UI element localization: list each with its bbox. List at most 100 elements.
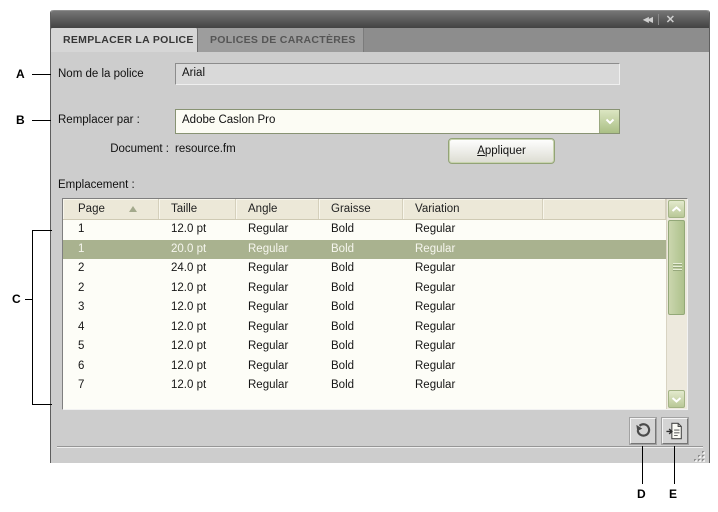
annotation-e-line	[674, 446, 675, 484]
table-cell: Bold	[331, 262, 355, 274]
table-cell: 12.0 pt	[171, 301, 207, 313]
table-cell: Regular	[415, 223, 456, 235]
scrollbar-grip	[673, 263, 682, 272]
table-cell: Regular	[415, 281, 456, 294]
document-label: Document :	[110, 143, 169, 155]
apply-button[interactable]: Appliquer	[448, 138, 555, 164]
table-row[interactable]: 2 24.0 pt Regular Bold Regular	[63, 259, 666, 279]
table-cell: 12.0 pt	[171, 223, 207, 235]
table-row[interactable]: 3 12.0 pt Regular Bold Regular	[63, 298, 666, 318]
annotation-b: B	[16, 113, 25, 127]
apply-button-label: Appliquer	[477, 145, 526, 157]
table-cell: Bold	[331, 359, 355, 372]
chevron-down-icon	[605, 118, 614, 125]
table-cell: 12.0 pt	[171, 320, 207, 333]
close-icon[interactable]: ✕	[666, 13, 675, 27]
table-cell: Bold	[331, 379, 355, 391]
table-cell: Bold	[331, 242, 355, 255]
table-cell: Regular	[248, 301, 289, 313]
tab-polices-de-caracteres[interactable]: POLICES DE CARACTÈRES	[198, 28, 364, 52]
annotation-a-line	[32, 74, 51, 75]
table-cell: 12.0 pt	[171, 359, 207, 372]
annotation-a: A	[16, 67, 25, 81]
table-cell: 12.0 pt	[171, 340, 207, 352]
table-cell: Bold	[331, 223, 355, 235]
scrollbar-thumb[interactable]	[668, 220, 685, 315]
table-row[interactable]: 6 12.0 pt Regular Bold Regular	[63, 357, 666, 377]
table-row[interactable]: 5 12.0 pt Regular Bold Regular	[63, 337, 666, 357]
chevron-up-icon	[671, 205, 682, 212]
column-header-page[interactable]: Page	[63, 199, 159, 219]
annotation-e: E	[669, 487, 678, 501]
column-header-empty	[543, 199, 666, 219]
refresh-button[interactable]	[630, 418, 656, 444]
collapse-panel-icon[interactable]: ◀◀	[643, 13, 653, 27]
table-cell: 7	[78, 379, 85, 391]
document-value: resource.fm	[175, 143, 236, 155]
table-cell: Regular	[248, 223, 289, 235]
table-cell: Bold	[331, 340, 355, 352]
panel-titlebar[interactable]: ◀◀ ✕	[51, 10, 709, 28]
table-cell: 24.0 pt	[171, 262, 207, 274]
location-table: Page Taille Angle Graisse Variation 1 12.…	[62, 198, 688, 410]
panel-body: Nom de la police Arial Remplacer par : A…	[51, 52, 709, 463]
scroll-down-button[interactable]	[668, 390, 685, 408]
table-cell: Bold	[331, 281, 355, 294]
table-cell: 6	[78, 359, 85, 372]
table-row[interactable]: 2 12.0 pt Regular Bold Regular	[63, 279, 666, 299]
footer-divider	[57, 446, 703, 448]
annotation-d-line	[642, 446, 643, 484]
table-cell: Bold	[331, 301, 355, 313]
table-cell: Bold	[331, 320, 355, 333]
replace-with-value: Adobe Caslon Pro	[182, 114, 276, 126]
replace-with-dropdown[interactable]: Adobe Caslon Pro	[175, 109, 620, 134]
table-rows: 1 12.0 pt Regular Bold Regular 1 20.0 pt Regula…	[63, 220, 666, 409]
location-label: Emplacement :	[58, 179, 135, 191]
column-header-taille[interactable]: Taille	[159, 199, 236, 219]
table-cell: 5	[78, 340, 85, 352]
annotation-b-line	[32, 120, 51, 121]
resize-grip[interactable]	[692, 449, 706, 463]
go-to-location-icon	[666, 422, 682, 440]
table-cell: Regular	[248, 379, 289, 391]
table-cell: Regular	[415, 320, 456, 333]
table-cell: Regular	[415, 262, 456, 274]
table-row[interactable]: 1 20.0 pt Regular Bold Regular	[63, 239, 666, 259]
table-cell: Regular	[415, 301, 456, 313]
annotation-c-bracket-top	[32, 230, 52, 231]
table-cell: Regular	[415, 242, 456, 255]
screenshot-stage: ◀◀ ✕ REMPLACER LA POLICE POLICES DE CARA…	[0, 0, 718, 512]
column-header-angle[interactable]: Angle	[236, 199, 319, 219]
column-header-graisse[interactable]: Graisse	[319, 199, 403, 219]
table-cell: 12.0 pt	[171, 379, 207, 391]
table-cell: Regular	[415, 340, 456, 352]
tab-bar: REMPLACER LA POLICE POLICES DE CARACTÈRE…	[51, 28, 709, 52]
table-cell: 1	[78, 223, 85, 235]
column-header-variation[interactable]: Variation	[403, 199, 543, 219]
table-cell: 3	[78, 301, 85, 313]
titlebar-divider	[658, 14, 659, 25]
annotation-c-bracket-bottom	[32, 404, 52, 405]
scroll-up-button[interactable]	[668, 200, 685, 218]
table-row[interactable]: 7 12.0 pt Regular Bold Regular	[63, 376, 666, 396]
table-row[interactable]: 1 12.0 pt Regular Bold Regular	[63, 220, 666, 240]
table-cell: Regular	[415, 379, 456, 391]
table-header: Page Taille Angle Graisse Variation	[63, 199, 666, 220]
annotation-c: C	[12, 292, 21, 306]
font-name-field[interactable]: Arial	[175, 63, 620, 85]
table-cell: Regular	[248, 242, 289, 255]
dropdown-arrow-button[interactable]	[599, 110, 619, 133]
chevron-down-icon	[671, 396, 682, 403]
table-row[interactable]: 4 12.0 pt Regular Bold Regular	[63, 318, 666, 338]
go-to-location-button[interactable]	[662, 418, 688, 444]
table-scrollbar[interactable]	[666, 199, 687, 409]
table-cell: Regular	[248, 281, 289, 294]
table-cell: 2	[78, 281, 85, 294]
table-cell: 12.0 pt	[171, 281, 207, 294]
table-cell: 2	[78, 262, 85, 274]
tab-remplacer-la-police[interactable]: REMPLACER LA POLICE	[51, 28, 198, 52]
annotation-d: D	[637, 487, 646, 501]
sort-ascending-icon	[128, 206, 137, 212]
table-cell: 20.0 pt	[171, 242, 207, 255]
replace-font-panel: ◀◀ ✕ REMPLACER LA POLICE POLICES DE CARA…	[50, 10, 710, 463]
